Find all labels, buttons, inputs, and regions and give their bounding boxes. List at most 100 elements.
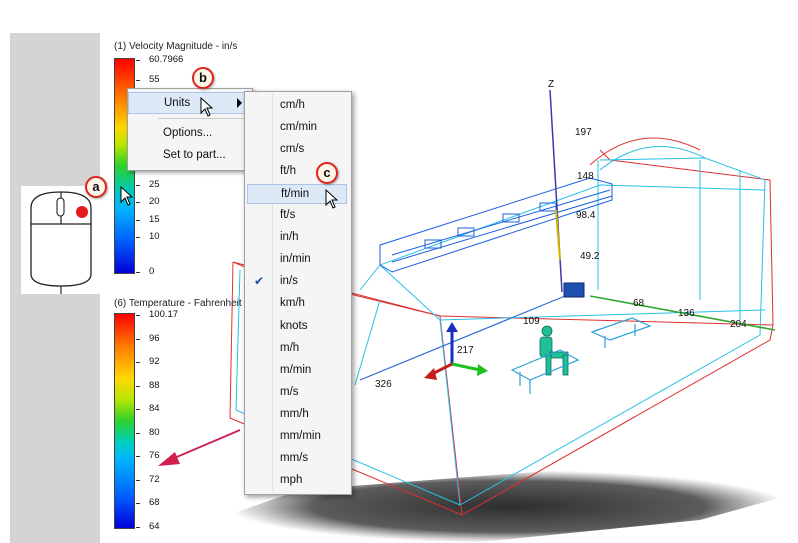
legend-tick-label: 84	[149, 403, 160, 415]
menu-item-options-label: Options...	[163, 127, 213, 139]
probe-arrow	[158, 429, 241, 466]
legend-tick-label: 10	[149, 231, 160, 243]
legend-tick-label: 68	[149, 497, 160, 509]
fan-unit-icon	[563, 282, 585, 298]
x-tick-label: 204	[730, 319, 747, 330]
z-axis-label: Z	[548, 79, 555, 90]
submenu-item-label: km/h	[280, 297, 305, 310]
submenu-item-label: m/min	[280, 363, 312, 376]
submenu-item-label: ft/h	[280, 165, 296, 178]
submenu-item-mm-per-s[interactable]: mm/s	[247, 449, 347, 469]
legend-tick-mark	[136, 184, 140, 186]
menu-item-units-label: Units	[164, 97, 191, 109]
submenu-item-km-per-h[interactable]: km/h	[247, 294, 347, 314]
submenu-item-label: cm/h	[280, 99, 305, 111]
submenu-item-label: ft/s	[280, 209, 296, 222]
legend-tick-label: 100.17	[149, 309, 179, 320]
temperature-colorbar[interactable]	[114, 313, 135, 529]
submenu-item-m-per-h[interactable]: m/h	[247, 339, 347, 359]
legend-tick-label: 0	[149, 266, 155, 277]
submenu-item-mm-per-h[interactable]: mm/h	[247, 405, 347, 425]
submenu-item-in-per-h[interactable]: in/h	[247, 228, 347, 248]
legend-tick-mark	[136, 80, 140, 82]
submenu-item-label: mm/h	[280, 407, 309, 420]
units-submenu: cm/h cm/min cm/s ft/h ft/min ft/s in/h in/min ✔ i…	[244, 91, 352, 495]
legend-tick-label: 96	[149, 332, 160, 344]
mouse-pointer-icon	[120, 186, 134, 206]
legend-tick-label: 60.7966	[149, 54, 184, 65]
legend-tick-mark	[136, 202, 140, 204]
y-tick-label: 109	[523, 316, 540, 327]
checkmark-icon: ✔	[254, 274, 265, 289]
z-tick-label: 98.4	[576, 210, 596, 221]
legend-tick-label: 64	[149, 521, 160, 532]
legend-tick-mark	[136, 60, 140, 61]
menu-item-options[interactable]: Options...	[128, 127, 252, 143]
submenu-item-label: ft/min	[281, 188, 310, 201]
legend-tick-mark	[136, 409, 140, 411]
submenu-item-m-per-s[interactable]: m/s	[247, 383, 347, 403]
submenu-arrow-icon	[237, 98, 242, 108]
submenu-item-mm-per-min[interactable]: mm/min	[247, 427, 347, 447]
legend-tick-mark	[136, 362, 140, 364]
submenu-item-cm-per-s[interactable]: cm/s	[247, 140, 347, 160]
legend-tick-label: 20	[149, 196, 160, 208]
velocity-legend-title: (1) Velocity Magnitude - in/s	[114, 41, 238, 52]
legend-tick-mark	[136, 237, 140, 239]
bench-icon	[510, 317, 652, 394]
submenu-item-label: m/h	[280, 341, 300, 354]
submenu-item-mph[interactable]: mph	[247, 471, 347, 491]
legend-tick-label: 15	[149, 213, 160, 225]
submenu-item-label: mm/s	[280, 451, 309, 464]
z-axis	[549, 89, 563, 293]
legend-tick-label: 72	[149, 473, 160, 485]
legend-tick-label: 80	[149, 426, 160, 438]
submenu-item-cm-per-min[interactable]: cm/min	[247, 118, 347, 138]
submenu-item-ft-per-s[interactable]: ft/s	[247, 206, 347, 226]
legend-tick-mark	[136, 503, 140, 505]
menu-item-units[interactable]: Units	[128, 92, 252, 114]
callout-c: c	[316, 162, 338, 184]
legend-tick-mark	[136, 432, 140, 434]
submenu-item-label: in/min	[280, 253, 311, 266]
submenu-item-m-per-min[interactable]: m/min	[247, 361, 347, 381]
legend-tick-mark	[136, 315, 140, 316]
legend-tick-label: 88	[149, 379, 160, 391]
x-tick-label: 136	[678, 308, 695, 319]
submenu-item-in-per-min[interactable]: in/min	[247, 250, 347, 270]
z-tick-label: 148	[577, 171, 594, 182]
legend-tick-label: 55	[149, 74, 160, 86]
legend-tick-mark	[136, 479, 140, 481]
axis-triad-icon	[424, 322, 488, 380]
person-figure-icon	[539, 325, 569, 376]
legend-tick-label: 25	[149, 178, 160, 190]
submenu-item-label: knots	[280, 319, 308, 332]
submenu-item-label: in/h	[280, 231, 299, 244]
submenu-item-in-per-s[interactable]: ✔ in/s	[247, 272, 347, 292]
legend-tick-mark	[136, 338, 140, 340]
legend-tick-mark	[136, 527, 140, 528]
mouse-pointer-icon	[200, 97, 214, 117]
submenu-item-label: in/s	[280, 275, 298, 288]
menu-item-set-to-part[interactable]: Set to part...	[128, 149, 252, 165]
legend-tick-mark	[136, 272, 140, 273]
legend-tick-label: 92	[149, 356, 160, 368]
ceiling-duct	[354, 177, 613, 386]
menu-item-set-to-part-label: Set to part...	[163, 149, 226, 161]
submenu-item-label: mph	[280, 473, 303, 486]
mouse-pointer-icon	[325, 189, 339, 209]
submenu-item-knots[interactable]: knots	[247, 317, 347, 337]
legend-context-menu: Units Options... Set to part...	[127, 88, 253, 171]
submenu-item-cm-per-h[interactable]: cm/h	[247, 96, 347, 116]
legend-tick-mark	[136, 219, 140, 221]
legend-tick-mark	[136, 385, 140, 387]
callout-b: b	[192, 67, 214, 89]
menu-separator	[158, 118, 248, 119]
legend-tick-mark	[136, 456, 140, 458]
submenu-item-label: cm/s	[280, 143, 305, 156]
legend-tick-label: 76	[149, 450, 160, 462]
z-tick-label: 49.2	[580, 251, 600, 262]
temperature-legend-title: (6) Temperature - Fahrenheit	[114, 298, 242, 309]
submenu-item-label: mm/min	[280, 429, 321, 442]
y-tick-label: 326	[375, 379, 392, 390]
